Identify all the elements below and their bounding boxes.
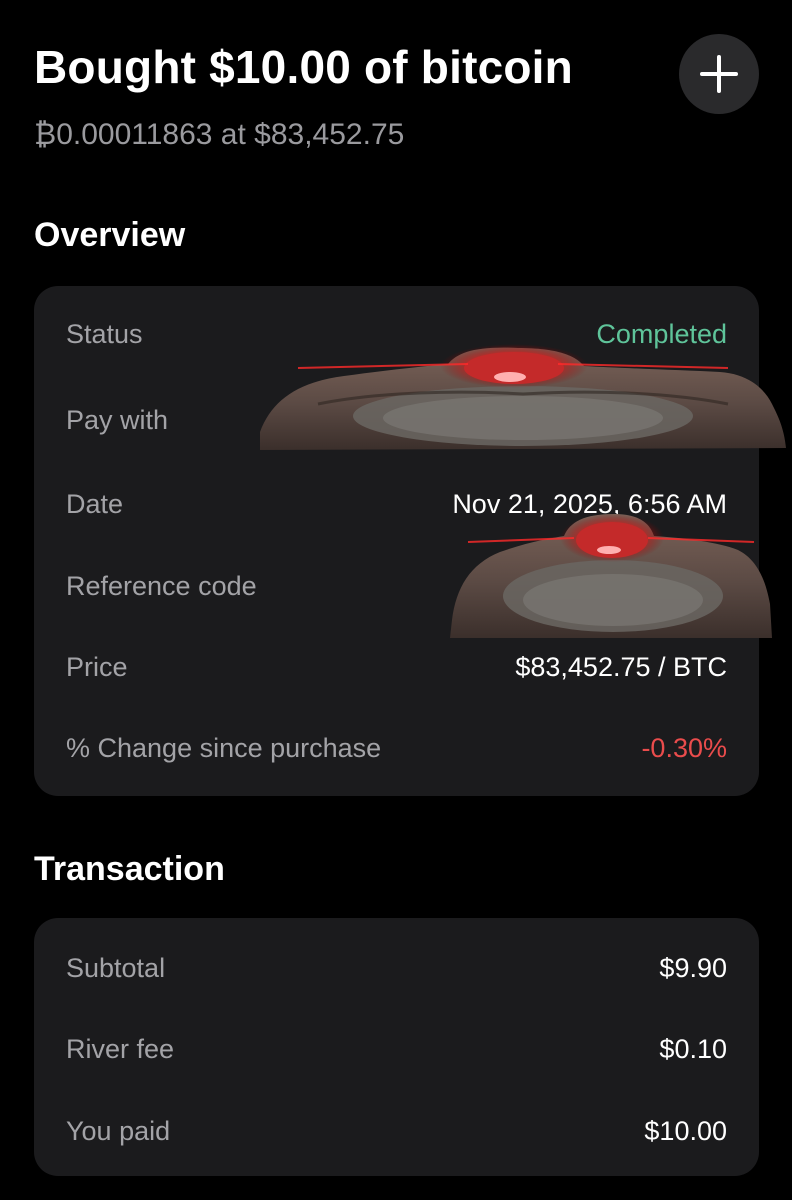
price-row: Price $83,452.75 / BTC (66, 647, 727, 687)
change-label: % Change since purchase (66, 732, 382, 763)
transaction-card: Subtotal $9.90 River fee $0.10 You paid … (34, 918, 759, 1176)
purchase-summary: ₿0.00011863 at $83,452.75 (34, 118, 405, 151)
price-value: $83,452.75 / BTC (515, 651, 727, 682)
price-label: Price (66, 651, 128, 682)
fee-label: River fee (66, 1033, 175, 1064)
status-label: Status (66, 318, 143, 349)
fee-value: $0.10 (659, 1033, 727, 1064)
overview-heading: Overview (34, 216, 186, 254)
add-button[interactable] (679, 34, 759, 114)
subtotal-value: $9.90 (659, 952, 727, 983)
paid-label: You paid (66, 1115, 171, 1146)
pay-with-label: Pay with (66, 404, 169, 435)
monkey-sticker-image (450, 514, 772, 638)
transaction-heading: Transaction (34, 850, 225, 888)
subtotal-row: Subtotal $9.90 (66, 948, 727, 988)
reference-code-label: Reference code (66, 570, 257, 601)
page-title: Bought $10.00 of bitcoin (34, 41, 573, 93)
paid-value: $10.00 (644, 1115, 727, 1146)
monkey-sticker-image (260, 344, 786, 450)
paid-row: You paid $10.00 (66, 1111, 727, 1151)
fee-row: River fee $0.10 (66, 1029, 727, 1069)
subtotal-label: Subtotal (66, 952, 166, 983)
plus-icon (700, 55, 738, 93)
change-row: % Change since purchase -0.30% (66, 728, 727, 768)
date-label: Date (66, 488, 124, 519)
change-value: -0.30% (641, 732, 727, 763)
